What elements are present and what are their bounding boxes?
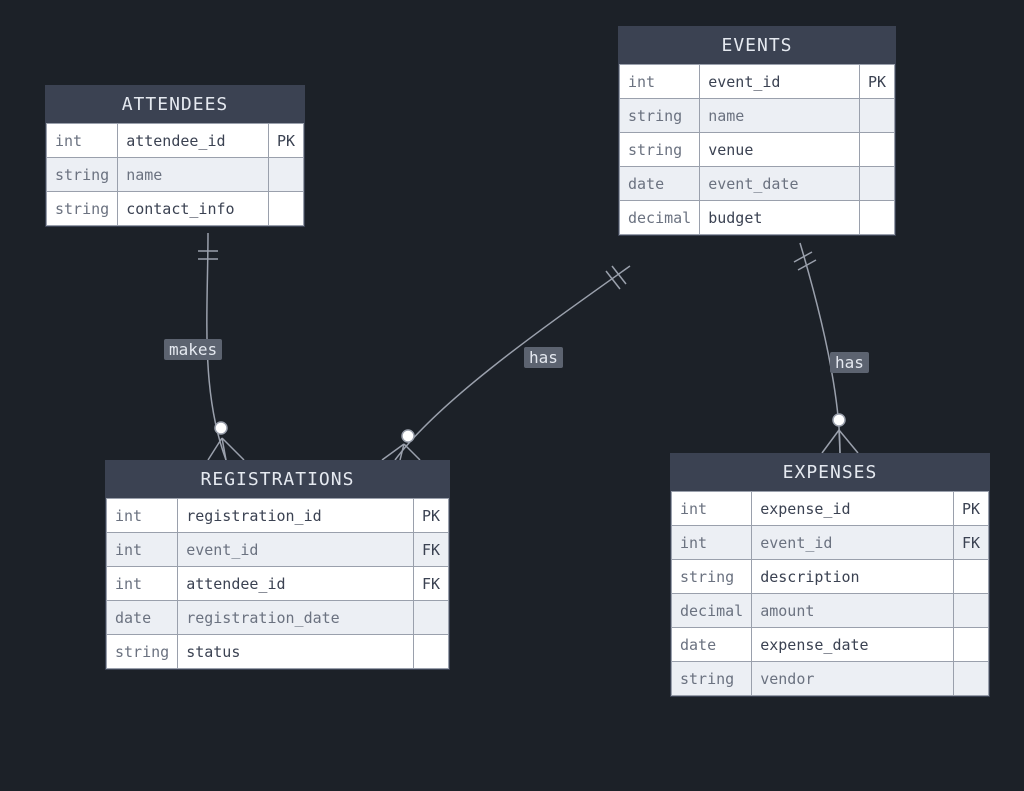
- col-key: [953, 560, 988, 594]
- entity-expenses: EXPENSES int expense_id PK int event_id …: [670, 453, 990, 697]
- col-key: PK: [859, 65, 894, 99]
- col-type: string: [620, 133, 700, 167]
- col-type: int: [47, 124, 118, 158]
- col-name: registration_id: [178, 499, 414, 533]
- col-type: string: [107, 635, 178, 669]
- col-key: PK: [953, 492, 988, 526]
- col-key: PK: [268, 124, 303, 158]
- table-row: int event_id PK: [620, 65, 895, 99]
- table-row: int attendee_id FK: [107, 567, 449, 601]
- entity-table: int expense_id PK int event_id FK string…: [671, 491, 989, 696]
- entity-table: int event_id PK string name string venue…: [619, 64, 895, 235]
- col-type: date: [107, 601, 178, 635]
- table-row: string status: [107, 635, 449, 669]
- table-row: int attendee_id PK: [47, 124, 304, 158]
- col-name: event_id: [178, 533, 414, 567]
- table-row: string venue: [620, 133, 895, 167]
- col-type: decimal: [672, 594, 752, 628]
- col-type: string: [672, 560, 752, 594]
- col-type: string: [47, 192, 118, 226]
- col-key: [859, 167, 894, 201]
- col-key: [268, 192, 303, 226]
- table-row: string name: [47, 158, 304, 192]
- relationship-label-has: has: [524, 347, 563, 368]
- col-type: int: [107, 499, 178, 533]
- entity-attendees: ATTENDEES int attendee_id PK string name…: [45, 85, 305, 227]
- entity-table: int registration_id PK int event_id FK i…: [106, 498, 449, 669]
- col-key: [859, 133, 894, 167]
- entity-title: ATTENDEES: [46, 86, 304, 123]
- col-name: event_id: [700, 65, 860, 99]
- entity-table: int attendee_id PK string name string co…: [46, 123, 304, 226]
- table-row: string description: [672, 560, 989, 594]
- table-row: decimal budget: [620, 201, 895, 235]
- entity-title: REGISTRATIONS: [106, 461, 449, 498]
- col-key: FK: [413, 533, 448, 567]
- col-name: name: [700, 99, 860, 133]
- col-key: [953, 662, 988, 696]
- col-name: status: [178, 635, 414, 669]
- entity-title: EXPENSES: [671, 454, 989, 491]
- col-name: budget: [700, 201, 860, 235]
- col-name: vendor: [752, 662, 954, 696]
- table-row: string contact_info: [47, 192, 304, 226]
- col-key: [413, 601, 448, 635]
- col-type: decimal: [620, 201, 700, 235]
- table-row: int expense_id PK: [672, 492, 989, 526]
- col-name: name: [118, 158, 269, 192]
- col-name: expense_id: [752, 492, 954, 526]
- table-row: int registration_id PK: [107, 499, 449, 533]
- col-key: [953, 628, 988, 662]
- col-type: int: [672, 526, 752, 560]
- col-type: string: [47, 158, 118, 192]
- table-row: date expense_date: [672, 628, 989, 662]
- col-name: registration_date: [178, 601, 414, 635]
- col-key: PK: [413, 499, 448, 533]
- entity-events: EVENTS int event_id PK string name strin…: [618, 26, 896, 236]
- col-name: amount: [752, 594, 954, 628]
- col-name: venue: [700, 133, 860, 167]
- table-row: string vendor: [672, 662, 989, 696]
- col-key: [268, 158, 303, 192]
- relationship-label-has: has: [830, 352, 869, 373]
- col-type: string: [620, 99, 700, 133]
- col-name: attendee_id: [178, 567, 414, 601]
- table-row: date registration_date: [107, 601, 449, 635]
- table-row: int event_id FK: [107, 533, 449, 567]
- table-row: date event_date: [620, 167, 895, 201]
- col-key: FK: [413, 567, 448, 601]
- col-key: [413, 635, 448, 669]
- col-key: [859, 99, 894, 133]
- col-type: date: [620, 167, 700, 201]
- col-name: contact_info: [118, 192, 269, 226]
- col-name: attendee_id: [118, 124, 269, 158]
- table-row: int event_id FK: [672, 526, 989, 560]
- col-type: int: [107, 533, 178, 567]
- col-type: int: [672, 492, 752, 526]
- col-name: description: [752, 560, 954, 594]
- col-key: [859, 201, 894, 235]
- table-row: decimal amount: [672, 594, 989, 628]
- col-type: int: [620, 65, 700, 99]
- col-name: event_id: [752, 526, 954, 560]
- entity-registrations: REGISTRATIONS int registration_id PK int…: [105, 460, 450, 670]
- col-key: [953, 594, 988, 628]
- entity-title: EVENTS: [619, 27, 895, 64]
- col-type: string: [672, 662, 752, 696]
- table-row: string name: [620, 99, 895, 133]
- col-type: date: [672, 628, 752, 662]
- col-type: int: [107, 567, 178, 601]
- col-name: event_date: [700, 167, 860, 201]
- col-key: FK: [953, 526, 988, 560]
- relationship-label-makes: makes: [164, 339, 222, 360]
- col-name: expense_date: [752, 628, 954, 662]
